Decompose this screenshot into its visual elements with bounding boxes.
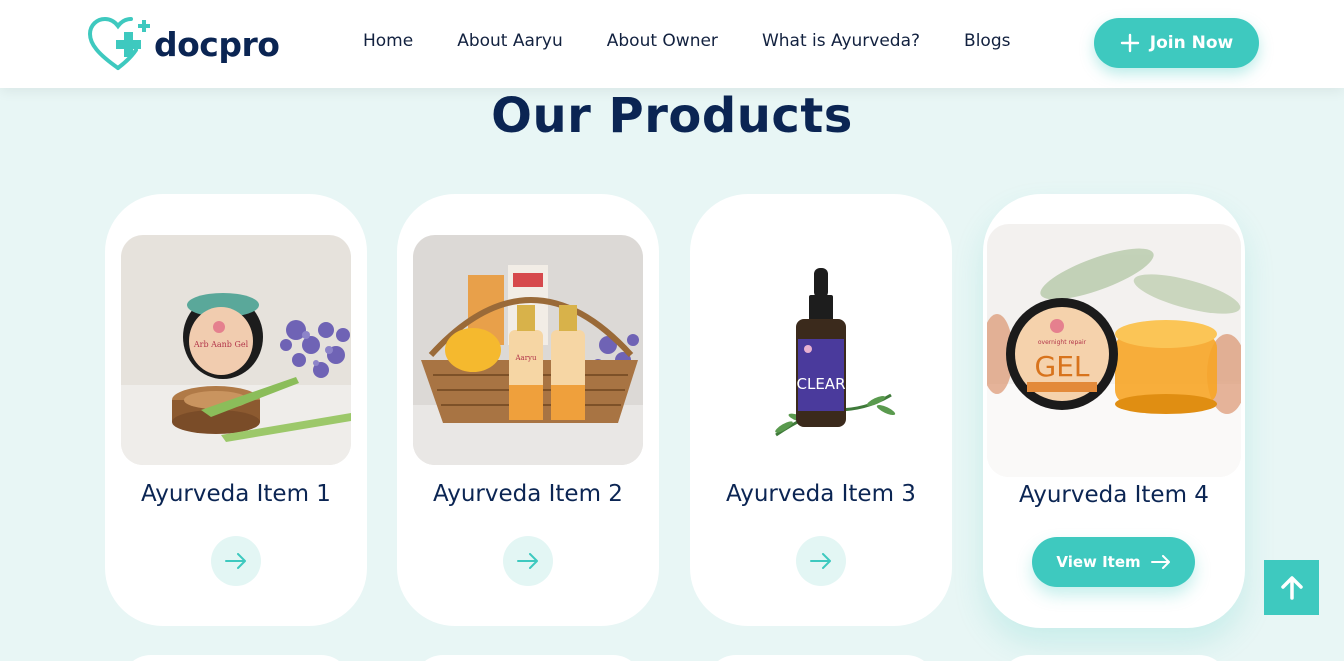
product-image[interactable]: Aaryu: [413, 235, 643, 465]
arrow-up-icon: [1280, 575, 1303, 600]
section-title: Our Products: [491, 88, 853, 144]
next-card-hint: [121, 655, 351, 661]
product-image[interactable]: Arb Aanb Gel: [121, 235, 351, 465]
plus-icon: [1120, 33, 1139, 53]
lid-label: GEL: [1035, 350, 1090, 383]
product-card: CLEAR Ayurveda Item 3: [690, 194, 952, 626]
view-product-button[interactable]: [796, 536, 846, 586]
jar-label: Arb Aanb Gel: [193, 340, 249, 349]
view-item-button[interactable]: View Item: [1032, 537, 1195, 587]
join-now-label: Join Now: [1149, 33, 1234, 53]
nav-home[interactable]: Home: [363, 31, 413, 51]
logo[interactable]: docpro: [88, 16, 285, 72]
logo-text: docpro: [154, 24, 280, 64]
nav-about-aaryu[interactable]: About Aaryu: [457, 31, 563, 51]
heart-cross-logo-icon: [88, 16, 150, 70]
product-card: Aaryu Ayurveda Item 2: [397, 194, 659, 626]
product-card: Arb Aanb Gel Ayurveda Item 1: [105, 194, 367, 626]
bottle-label: CLEAR: [797, 375, 846, 393]
next-card-hint: [999, 655, 1229, 661]
next-card-hint: [413, 655, 643, 661]
nav-what-is-ayurveda[interactable]: What is Ayurveda?: [762, 31, 920, 51]
nav-about-owner[interactable]: About Owner: [607, 31, 718, 51]
product-name: Ayurveda Item 4: [1019, 482, 1209, 508]
arrow-right-icon: [810, 553, 831, 569]
product-image[interactable]: overnight repair GEL: [987, 224, 1241, 477]
arrow-right-icon: [1150, 555, 1170, 569]
product-card: overnight repair GEL Ayurveda Item 4 Vie…: [983, 194, 1245, 628]
next-card-hint: [706, 655, 936, 661]
scroll-to-top-button[interactable]: [1264, 560, 1319, 615]
lid-small-label: overnight repair: [1038, 339, 1087, 346]
nav-blogs[interactable]: Blogs: [964, 31, 1010, 51]
bottle-label: Aaryu: [514, 354, 537, 362]
view-product-button[interactable]: [211, 536, 261, 586]
product-image[interactable]: CLEAR: [706, 235, 936, 465]
main-nav: Home About Aaryu About Owner What is Ayu…: [363, 31, 1010, 51]
view-product-button[interactable]: [503, 536, 553, 586]
arrow-right-icon: [225, 553, 246, 569]
product-name: Ayurveda Item 1: [141, 481, 331, 507]
product-name: Ayurveda Item 3: [726, 481, 916, 507]
site-header: docpro Home About Aaryu About Owner What…: [0, 0, 1344, 88]
view-item-label: View Item: [1056, 553, 1141, 571]
join-now-button[interactable]: Join Now: [1094, 18, 1259, 68]
arrow-right-icon: [517, 553, 538, 569]
product-name: Ayurveda Item 2: [433, 481, 623, 507]
